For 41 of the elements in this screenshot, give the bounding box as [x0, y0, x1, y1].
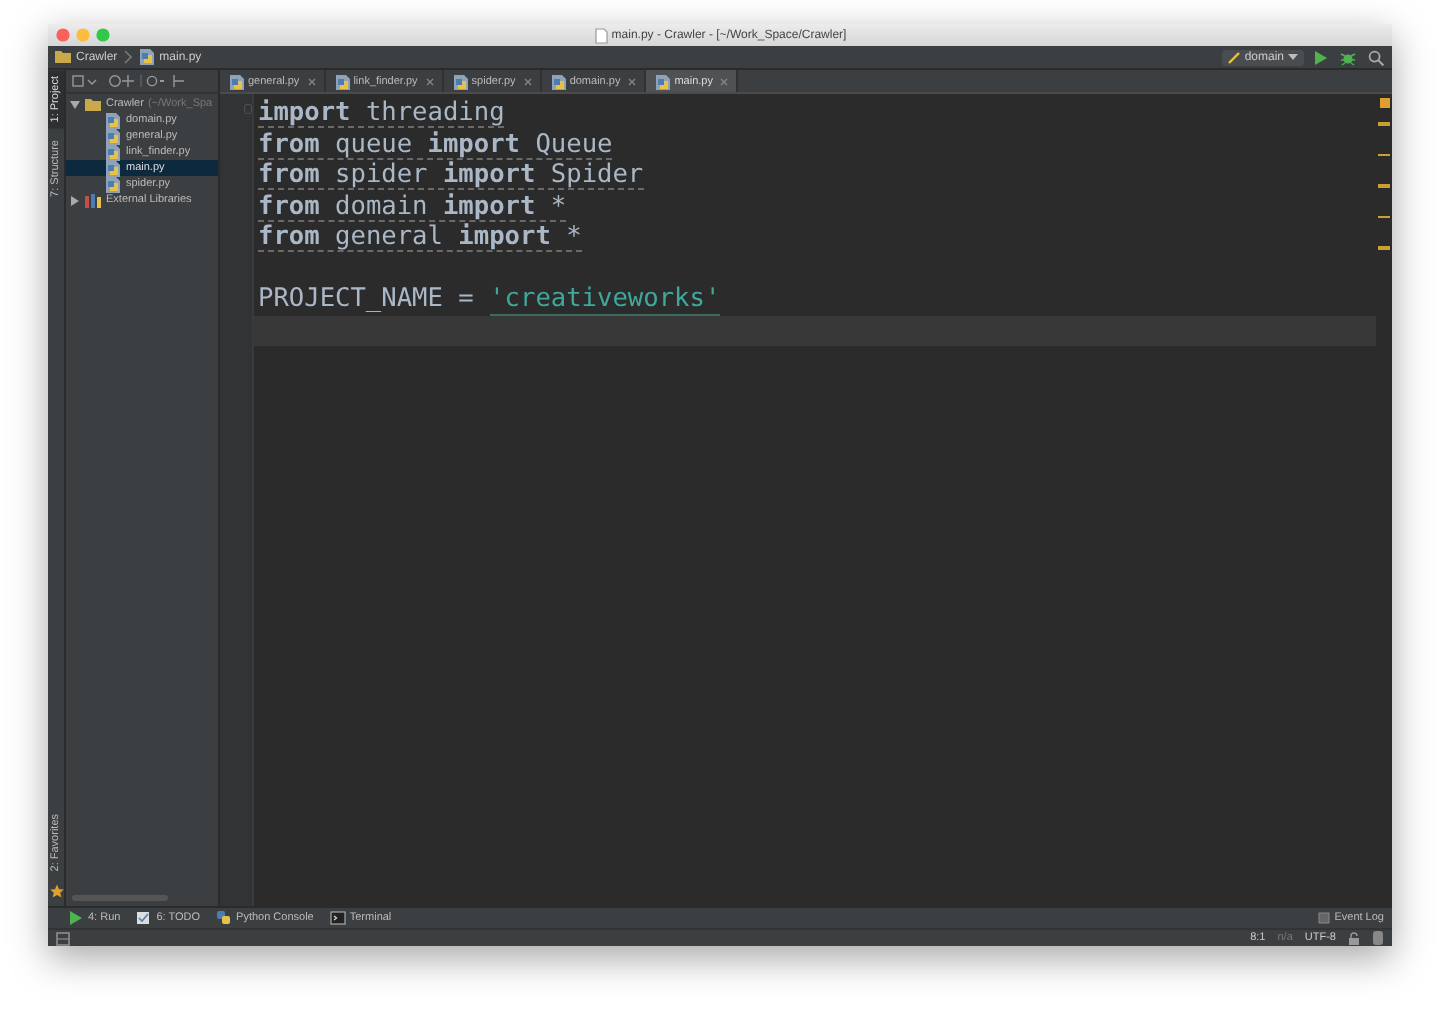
- code-line: from general import *: [256, 222, 584, 253]
- folder-icon: [84, 95, 102, 113]
- debug-button[interactable]: [1338, 49, 1358, 65]
- log-icon: [1318, 912, 1331, 924]
- warning-marker[interactable]: [1378, 246, 1390, 249]
- library-icon: [84, 191, 102, 209]
- inspection-status-icon: [1379, 98, 1389, 108]
- python-file-icon: [104, 111, 122, 129]
- play-icon: [1314, 49, 1328, 65]
- play-icon: [68, 910, 84, 926]
- fold-marker-icon: [244, 104, 252, 114]
- warning-marker[interactable]: [1378, 184, 1390, 187]
- lock-icon: [1348, 931, 1360, 945]
- code-line: from queue import Queue: [256, 129, 615, 160]
- python-file-icon: [137, 48, 156, 66]
- search-button[interactable]: [1366, 49, 1386, 65]
- bug-icon: [1340, 49, 1356, 65]
- python-file-icon: [228, 73, 244, 89]
- close-icon: [720, 77, 729, 85]
- code-line: import threading: [256, 98, 507, 129]
- code-line: from domain import *: [256, 191, 569, 222]
- run-button[interactable]: [1312, 49, 1330, 65]
- warning-marker[interactable]: [1378, 122, 1390, 125]
- file-icon: [593, 27, 608, 43]
- checklist-icon: [136, 910, 153, 926]
- search-icon: [1368, 49, 1384, 65]
- code-line: from spider import Spider: [256, 160, 646, 191]
- chevron-icon: [123, 50, 132, 64]
- warning-marker[interactable]: [1378, 153, 1390, 156]
- close-icon: [628, 77, 637, 85]
- python-file-icon: [451, 73, 468, 89]
- python-file-icon: [549, 73, 566, 89]
- python-file-icon: [654, 73, 671, 89]
- caret-icon: [1288, 54, 1298, 60]
- warning-marker[interactable]: [1378, 215, 1390, 218]
- star-icon: [49, 884, 63, 898]
- close-icon: [307, 77, 316, 85]
- close-icon: [523, 77, 532, 85]
- python-file-icon: [333, 73, 350, 89]
- tool-windows-icon: [56, 931, 70, 945]
- close-icon: [425, 77, 434, 85]
